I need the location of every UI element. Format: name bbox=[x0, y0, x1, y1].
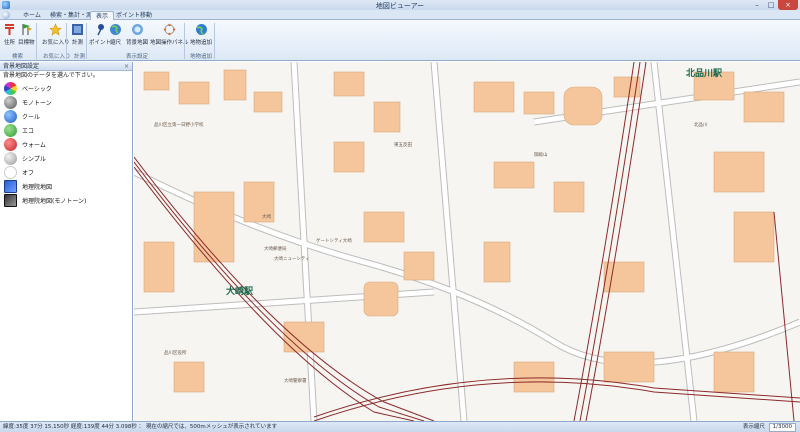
map-label: 大崎郵便局 bbox=[264, 247, 287, 252]
globe-icon bbox=[109, 23, 122, 36]
style-item-eco[interactable]: エコ bbox=[0, 123, 132, 137]
eco-style-icon bbox=[4, 123, 17, 137]
group-label-add-feature: 地物追加 bbox=[190, 54, 213, 60]
title-bar: 地図ビューアー – □ × bbox=[0, 0, 800, 10]
postal-mark-icon bbox=[3, 23, 16, 36]
ribbon: 住所 目標物 お気に入り 計測 ポイント 縮尺 背景地図 地図操作パネル 地物追… bbox=[0, 20, 800, 61]
measure-button[interactable]: 計測 bbox=[71, 23, 84, 51]
map-graphics bbox=[134, 62, 800, 421]
star-icon bbox=[49, 23, 63, 36]
add-globe-icon bbox=[195, 23, 208, 36]
scale-button[interactable]: 縮尺 bbox=[109, 23, 122, 51]
simple-style-icon bbox=[4, 151, 17, 165]
group-label-display: 表示設定 bbox=[126, 54, 149, 60]
crosshair-icon bbox=[163, 23, 176, 36]
background-map-panel: 背景地図設定 × 背景地図のデータを選んで下さい。 ベーシック モノトーン クー… bbox=[0, 62, 133, 421]
zoom-value-field[interactable]: 1/3000 bbox=[768, 423, 796, 432]
map-label: 大崎 bbox=[262, 215, 271, 220]
basic-style-icon bbox=[4, 81, 17, 95]
map-control-panel-button[interactable]: 地図操作パネル bbox=[150, 23, 189, 51]
map-label: 東五反田 bbox=[394, 143, 412, 148]
map-label: 大崎警察署 bbox=[284, 379, 307, 384]
map-label: 御殿山 bbox=[534, 153, 548, 158]
quick-access-icon[interactable] bbox=[2, 11, 10, 19]
panel-close-button[interactable]: × bbox=[124, 62, 129, 71]
zoom-indicator: 表示縮尺 1/3000 bbox=[743, 422, 796, 432]
style-item-simple[interactable]: シンプル bbox=[0, 151, 132, 165]
map-label: 大崎ニューシティ bbox=[274, 257, 310, 262]
measure-icon bbox=[71, 23, 84, 36]
add-feature-button[interactable]: 地物追加 bbox=[190, 23, 212, 51]
map-label: ゲートシティ大崎 bbox=[316, 239, 352, 244]
panel-title: 背景地図設定 × bbox=[0, 62, 132, 71]
station-label-osaki: 大崎駅 bbox=[226, 287, 254, 297]
minimize-button[interactable]: – bbox=[750, 0, 764, 10]
style-item-warm[interactable]: ウォーム bbox=[0, 137, 132, 151]
style-item-off[interactable]: オフ bbox=[0, 165, 132, 179]
tab-point-move[interactable]: ポイント移動 bbox=[111, 11, 157, 20]
style-item-cool[interactable]: クール bbox=[0, 109, 132, 123]
style-item-basic[interactable]: ベーシック bbox=[0, 81, 132, 95]
monotone-style-icon bbox=[4, 95, 17, 109]
off-style-icon bbox=[4, 165, 17, 179]
map-canvas[interactable]: 大崎駅 北品川駅 品川区立第一日野小学校 大崎 ゲートシティ大崎 大崎郵便局 大… bbox=[134, 62, 800, 421]
ribbon-tabs: ホーム 検索・集計・測量 表示 ポイント移動 bbox=[0, 10, 800, 20]
panel-hint: 背景地図のデータを選んで下さい。 bbox=[3, 72, 99, 79]
group-label-measure: 計測 bbox=[74, 54, 86, 60]
maximize-button[interactable]: □ bbox=[764, 0, 778, 10]
flags-icon bbox=[20, 23, 33, 36]
background-map-button[interactable]: 背景地図 bbox=[126, 23, 148, 51]
style-item-monotone[interactable]: モノトーン bbox=[0, 95, 132, 109]
map-label: 北品川 bbox=[694, 123, 708, 128]
address-button[interactable]: 住所 bbox=[3, 23, 16, 51]
style-item-gsi-monotone[interactable]: 地理院地図(モノトーン) bbox=[0, 193, 132, 207]
gsi-map-icon bbox=[4, 179, 17, 193]
close-button[interactable]: × bbox=[778, 0, 798, 10]
station-label-kitashinagawa: 北品川駅 bbox=[686, 69, 723, 79]
pin-icon bbox=[94, 23, 107, 36]
tab-home[interactable]: ホーム bbox=[18, 11, 46, 20]
status-coordinates: 緯度:35度 37分 15.150秒 経度:139度 44分 3.098秒 ： … bbox=[3, 424, 278, 430]
point-button[interactable]: ポイント bbox=[89, 23, 111, 51]
warm-style-icon bbox=[4, 137, 17, 151]
landmark-button[interactable]: 目標物 bbox=[18, 23, 35, 51]
map-label: 品川区役所 bbox=[164, 351, 187, 356]
style-item-gsi-map[interactable]: 地理院地図 bbox=[0, 179, 132, 193]
group-label-search: 検索 bbox=[12, 54, 24, 60]
gsi-monotone-icon bbox=[4, 193, 17, 207]
layers-icon bbox=[131, 23, 144, 36]
map-label: 品川区立第一日野小学校 bbox=[154, 123, 204, 128]
status-bar: 緯度:35度 37分 15.150秒 経度:139度 44分 3.098秒 ： … bbox=[0, 421, 800, 432]
cool-style-icon bbox=[4, 109, 17, 123]
